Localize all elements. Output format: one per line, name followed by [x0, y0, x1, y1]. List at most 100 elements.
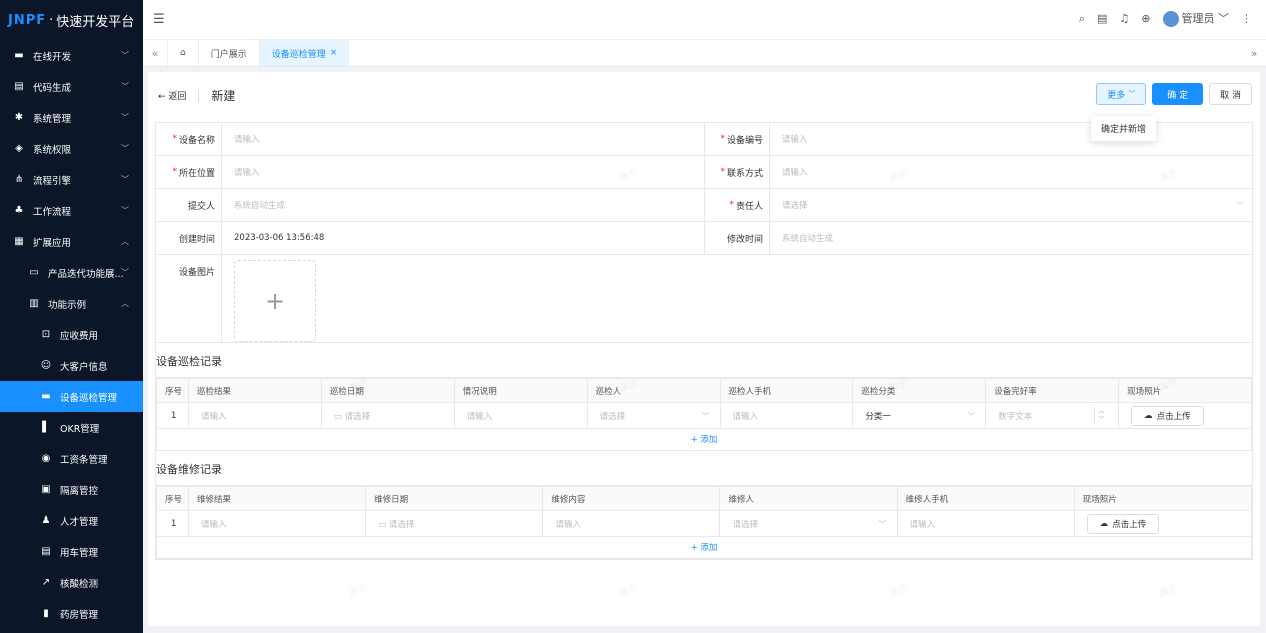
chevron-down-icon: ﹀ [121, 51, 129, 60]
cancel-button[interactable]: 取 消 [1209, 83, 1252, 105]
watermark: 演示 [347, 582, 370, 600]
sidebar-item-online-dev[interactable]: ▬ 在线开发 ﹀ [0, 40, 143, 71]
scan-icon: ⊡ [41, 329, 51, 340]
repairer-select[interactable]: 请选择 ﹀ [719, 510, 898, 537]
form-row: * 设备名称 请输入 * 设备编号 请输入 [156, 123, 1252, 156]
category-select[interactable]: 分类一 ﹀ [852, 402, 987, 429]
sidebar-item-label: 工资条管理 [60, 454, 108, 466]
sidebar-item-system[interactable]: ✱ 系统管理 ﹀ [0, 102, 143, 133]
inspector-select[interactable]: 请选择 ﹀ [586, 402, 721, 429]
sidebar-item-pharmacy[interactable]: ▮ 药房管理 [0, 598, 143, 629]
upload-button[interactable]: ☁ 点击上传 [1131, 405, 1204, 426]
tab-home[interactable]: ⌂ [167, 40, 198, 66]
owner-select[interactable]: 请选择 ﹀ [770, 189, 1252, 221]
cloud-upload-icon: ☁ [1099, 518, 1109, 529]
location-input[interactable]: 请输入 [222, 156, 704, 188]
menu-fold-icon[interactable]: ☰ [153, 12, 165, 27]
top-right-tools: ⌕ ▤ ♫ ⊕ 管理员 ﹀ ⋮ [1079, 10, 1252, 27]
inspection-result-input[interactable]: 请输入 [188, 402, 322, 429]
inspection-date-picker[interactable]: ▭ 请选择 [320, 402, 455, 429]
tabs-bar: « ⌂ 门户展示 设备巡检管理 × » [143, 40, 1266, 67]
sidebar-item-talent[interactable]: ♟ 人才管理 [0, 505, 143, 536]
sidebar-item-codegen[interactable]: ▤ 代码生成 ﹀ [0, 71, 143, 102]
chevron-up-icon: ︿ [121, 299, 129, 308]
tab-portal[interactable]: 门户展示 [197, 40, 259, 66]
number-stepper[interactable]: ︿ ﹀ [1094, 407, 1108, 425]
header-actions: 更多 ﹀ 确 定 取 消 [1096, 83, 1252, 105]
user-icon: ♟ [41, 515, 51, 526]
more-button[interactable]: 更多 ﹀ [1096, 83, 1147, 105]
more-dropdown-item[interactable]: 确定并新增 [1090, 116, 1156, 141]
inspection-table: 序号 巡检结果 巡检日期 情况说明 巡检人 巡检人手机 巡检分类 设备完好率 现… [156, 378, 1252, 429]
column-header: 现场照片 [1073, 486, 1253, 511]
message-icon[interactable]: ▤ [1097, 12, 1107, 25]
maintenance-add-button[interactable]: + 添加 [156, 537, 1252, 559]
device-no-input[interactable]: 请输入 [770, 123, 1252, 155]
sidebar-item-examples[interactable]: ▥ 功能示例 ︿ [0, 288, 143, 319]
sidebar-item-product-iteration[interactable]: ▭ 产品迭代功能展... ﹀ [0, 257, 143, 288]
field-label-text: 创建时间 [178, 234, 215, 245]
globe-icon[interactable]: ⊕ [1141, 12, 1150, 25]
field-label: * 设备编号 [704, 123, 770, 155]
logo-brand: JNPF [8, 12, 47, 28]
field-label-text: 设备名称 [178, 135, 215, 146]
select-placeholder: 请选择 [732, 519, 758, 530]
maintenance-date-picker[interactable]: ▭ 请选择 [365, 510, 544, 537]
device-name-input[interactable]: 请输入 [222, 123, 704, 155]
maintenance-content-input[interactable]: 请输入 [542, 510, 721, 537]
sidebar-item-key-accounts[interactable]: ☺ 大客户信息 [0, 350, 143, 381]
flow-icon: ⋔ [14, 174, 24, 185]
sidebar-item-workflow[interactable]: ♣ 工作流程 ﹀ [0, 195, 143, 226]
contact-input[interactable]: 请输入 [770, 156, 1252, 188]
maintenance-result-input[interactable]: 请输入 [187, 510, 367, 537]
chart-icon: ▥ [29, 298, 39, 309]
sidebar-item-label: OKR管理 [60, 423, 100, 435]
user-menu[interactable]: 管理员 ﹀ [1162, 10, 1229, 27]
chevron-down-icon: ﹀ [878, 520, 887, 529]
sidebar-item-device-inspection[interactable]: ▬ 设备巡检管理 [0, 381, 143, 412]
tabs-scroll-left-icon[interactable]: « [143, 40, 167, 66]
sidebar-item-nucleic-test[interactable]: ↗ 核酸检测 [0, 567, 143, 598]
rate-number-input[interactable]: 数字文本 ︿ ﹀ [985, 402, 1120, 429]
field-label-text: 责任人 [735, 201, 763, 212]
more-vertical-icon[interactable]: ⋮ [1241, 12, 1252, 25]
back-button[interactable]: ← 返回 [158, 88, 200, 102]
sidebar-item-flow-engine[interactable]: ⋔ 流程引擎 ﹀ [0, 164, 143, 195]
column-header: 巡检结果 [188, 378, 322, 403]
sidebar-item-vehicle[interactable]: ▤ 用车管理 [0, 536, 143, 567]
repairer-phone-input[interactable]: 请输入 [896, 510, 1075, 537]
modified-time-value: 系统自动生成 [782, 234, 834, 244]
close-icon[interactable]: × [330, 48, 338, 58]
calendar-icon: ▭ [333, 411, 345, 422]
watermark: 演示 [1157, 582, 1180, 600]
column-header: 维修内容 [542, 486, 721, 511]
sidebar-item-permission[interactable]: ◈ 系统权限 ﹀ [0, 133, 143, 164]
inspection-add-button[interactable]: + 添加 [156, 429, 1252, 451]
chevron-down-icon: ﹀ [121, 206, 129, 215]
image-upload[interactable]: + [234, 260, 316, 342]
inspector-phone-input[interactable]: 请输入 [719, 402, 854, 429]
tab-device-inspection[interactable]: 设备巡检管理 × [258, 40, 350, 66]
search-icon[interactable]: ⌕ [1079, 12, 1085, 26]
form-row: 设备图片 + [156, 255, 1252, 343]
sidebar-item-okr[interactable]: ▌ OKR管理 [0, 412, 143, 443]
tabs-scroll-right-icon[interactable]: » [1242, 40, 1266, 66]
chevron-down-icon: ﹀ [121, 113, 129, 122]
chevron-down-icon: ﹀ [1128, 90, 1136, 98]
sidebar-item-payroll[interactable]: ◉ 工资条管理 [0, 443, 143, 474]
column-header: 维修结果 [187, 486, 367, 511]
column-header: 现场照片 [1118, 378, 1252, 403]
inspection-desc-input[interactable]: 请输入 [453, 402, 588, 429]
sidebar-item-extension[interactable]: ▦ 扩展应用 ︿ [0, 226, 143, 257]
okr-icon: ▌ [42, 422, 50, 433]
table-header-row: 序号 巡检结果 巡检日期 情况说明 巡检人 巡检人手机 巡检分类 设备完好率 现… [156, 378, 1252, 403]
bell-icon[interactable]: ♫ [1119, 12, 1129, 25]
sidebar-item-receivables[interactable]: ⊡ 应收费用 [0, 319, 143, 350]
sidebar-item-isolation[interactable]: ▣ 隔离管控 [0, 474, 143, 505]
confirm-button[interactable]: 确 定 [1152, 83, 1204, 105]
upload-button[interactable]: ☁ 点击上传 [1086, 513, 1160, 534]
chevron-down-icon: ﹀ [967, 412, 976, 421]
field-label: 设备图片 [156, 255, 222, 342]
money-icon: ◉ [41, 453, 51, 464]
field-label-text: 提交人 [187, 201, 215, 212]
